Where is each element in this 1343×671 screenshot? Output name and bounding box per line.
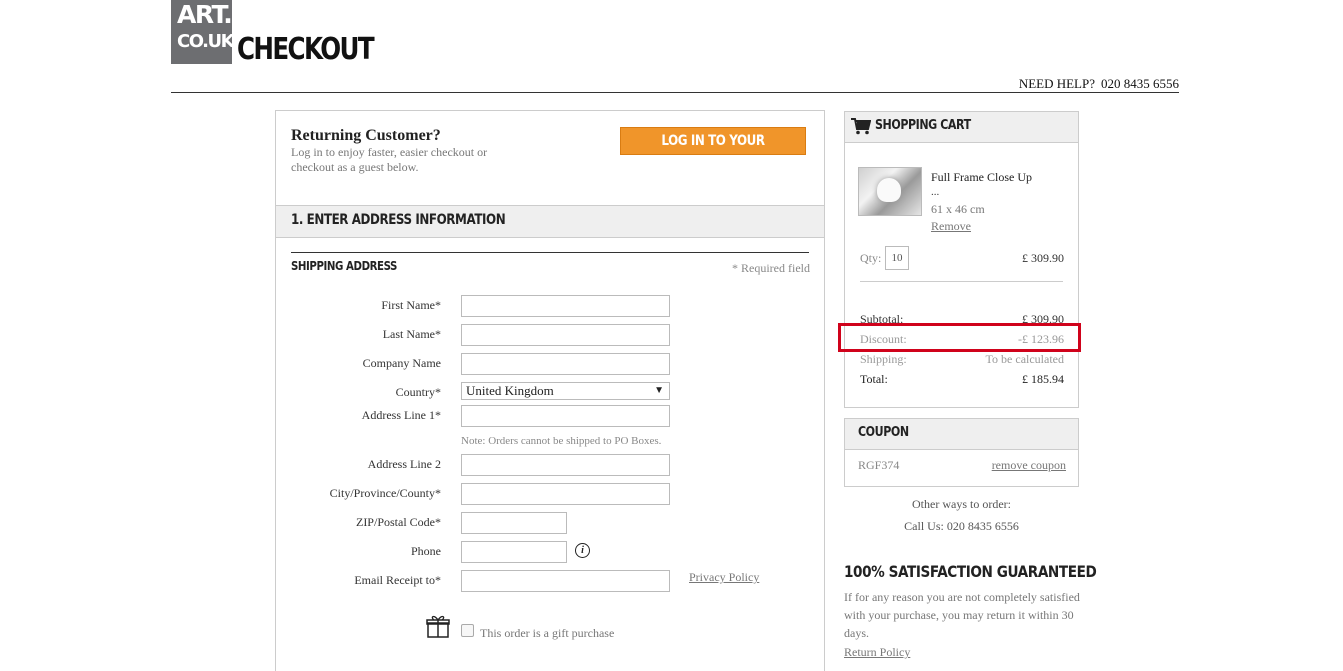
checkout-form-panel: Returning Customer? Log in to enjoy fast… <box>275 110 825 671</box>
coupon-panel: COUPON RGF374 remove coupon <box>844 418 1079 487</box>
city-label: City/Province/County* <box>329 486 441 500</box>
qty-input[interactable]: 10 <box>885 246 909 270</box>
address-line-1-label: Address Line 1* <box>361 408 441 422</box>
city-input[interactable] <box>461 483 670 505</box>
cart-icon <box>851 117 872 140</box>
remove-coupon-link[interactable]: remove coupon <box>992 458 1066 473</box>
zip-input[interactable] <box>461 512 567 534</box>
total-label: Total: <box>860 372 888 386</box>
address-line-1-input[interactable] <box>461 405 670 427</box>
coupon-title: COUPON <box>858 425 909 440</box>
country-select[interactable]: United Kingdom ▼ <box>461 382 670 400</box>
site-logo[interactable]: ART. CO.UK <box>171 0 235 64</box>
country-label: Country* <box>395 385 441 399</box>
country-select-value: United Kingdom <box>466 383 554 398</box>
shipping-label: Shipping: <box>860 352 907 366</box>
address-section-header: 1. ENTER ADDRESS INFORMATION <box>276 205 824 238</box>
gift-icon <box>426 614 450 643</box>
privacy-policy-link[interactable]: Privacy Policy <box>689 570 759 585</box>
discount-highlight-box <box>838 323 1081 352</box>
company-input[interactable] <box>461 353 670 375</box>
returning-customer-title: Returning Customer? <box>291 127 441 144</box>
gift-label: This order is a gift purchase <box>480 626 615 640</box>
coupon-header: COUPON <box>845 419 1078 450</box>
cart-divider <box>860 281 1063 282</box>
returning-customer-subtitle: Log in to enjoy faster, easier checkout … <box>291 145 488 174</box>
qty-label: Qty: <box>860 251 882 265</box>
shipping-value: To be calculated <box>985 352 1064 366</box>
caret-down-icon: ▼ <box>654 385 664 396</box>
remove-item-link[interactable]: Remove <box>931 219 971 234</box>
product-thumbnail[interactable] <box>858 167 922 216</box>
other-ways-text: Other ways to order: <box>912 497 1011 511</box>
product-more: ... <box>931 186 940 198</box>
item-price: £ 309.90 <box>1022 251 1064 265</box>
help-line: NEED HELP? 020 8435 6556 <box>1013 76 1179 92</box>
zip-label: ZIP/Postal Code* <box>355 515 441 529</box>
cart-title: SHOPPING CART <box>875 118 971 133</box>
help-label: NEED HELP? <box>1018 76 1095 91</box>
shipping-address-title: SHIPPING ADDRESS <box>291 259 397 273</box>
product-name: Full Frame Close Up <box>931 170 1032 184</box>
address-line-2-label: Address Line 2 <box>367 457 441 471</box>
help-phone: 020 8435 6556 <box>1101 76 1179 91</box>
page-title: CHECKOUT <box>237 32 375 67</box>
gift-checkbox[interactable] <box>461 624 474 637</box>
address-line-2-input[interactable] <box>461 454 670 476</box>
login-button[interactable]: LOG IN TO YOUR ACCOUNT <box>620 127 806 175</box>
coupon-code: RGF374 <box>858 458 900 472</box>
first-name-input[interactable] <box>461 295 670 317</box>
header-divider <box>171 92 1179 93</box>
total-value: £ 185.94 <box>1022 372 1064 386</box>
email-input[interactable] <box>461 570 670 592</box>
po-box-note: Note: Orders cannot be shipped to PO Box… <box>461 435 662 447</box>
phone-label: Phone <box>411 544 441 558</box>
logo-text-bottom: CO.UK <box>177 31 235 52</box>
product-size: 61 x 46 cm <box>931 202 985 216</box>
address-section-title: 1. ENTER ADDRESS INFORMATION <box>291 212 506 228</box>
required-field-note: * Required field <box>732 261 810 275</box>
shopping-cart-panel: SHOPPING CART Full Frame Close Up ... 61… <box>844 111 1079 408</box>
guarantee-title: 100% SATISFACTION GUARANTEED <box>844 562 1097 581</box>
shipping-divider <box>291 252 809 253</box>
call-us-text: Call Us: 020 8435 6556 <box>904 519 1019 533</box>
guarantee-text: If for any reason you are not completely… <box>844 590 1080 640</box>
email-label: Email Receipt to* <box>354 573 441 587</box>
last-name-label: Last Name* <box>382 327 441 341</box>
last-name-input[interactable] <box>461 324 670 346</box>
info-icon[interactable]: i <box>575 543 590 558</box>
company-label: Company Name <box>362 356 441 370</box>
phone-input[interactable] <box>461 541 567 563</box>
cart-header: SHOPPING CART <box>845 112 1078 143</box>
logo-text-top: ART. <box>177 0 233 29</box>
first-name-label: First Name* <box>381 298 441 312</box>
